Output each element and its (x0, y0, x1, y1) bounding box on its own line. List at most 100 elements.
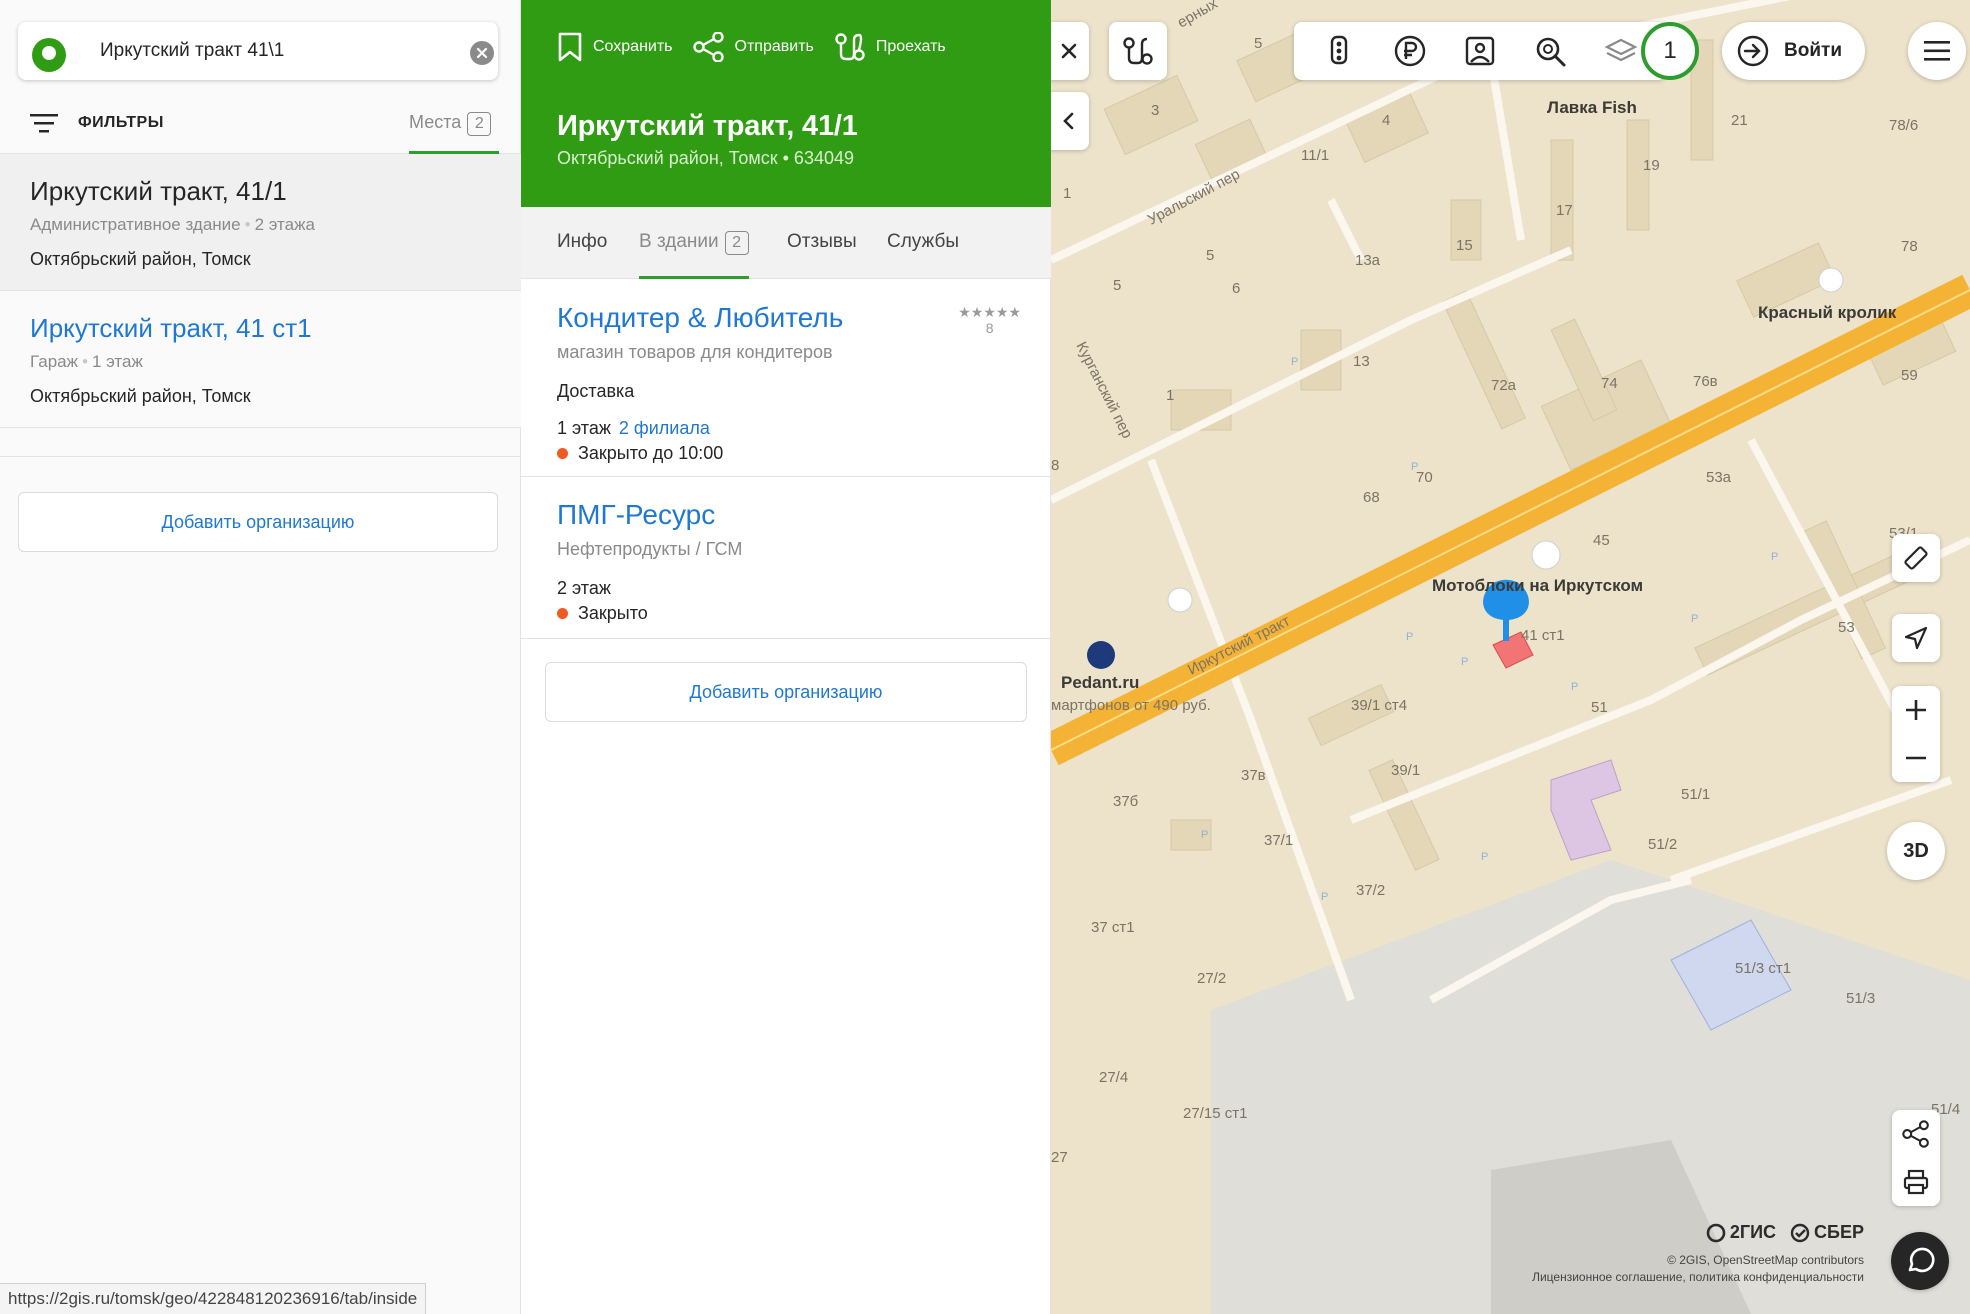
share-button[interactable]: Отправить (692, 32, 814, 62)
clear-search-icon[interactable] (470, 41, 494, 65)
house-number: 45 (1593, 532, 1610, 549)
house-number: 78 (1901, 238, 1918, 255)
locate-me-button[interactable] (1892, 614, 1940, 662)
result-floors: 2 этажа (254, 215, 315, 234)
menu-button[interactable] (1908, 22, 1966, 80)
login-button[interactable]: Войти (1722, 22, 1865, 80)
share-icon (692, 32, 724, 62)
map-canvas[interactable]: Иркутский тракт Курганский пер Уральский… (1051, 0, 1970, 1314)
sber-brand[interactable]: СБЕР (1790, 1222, 1864, 1243)
svg-text:P: P (1411, 461, 1418, 473)
toolbar-search-area[interactable] (1528, 29, 1572, 73)
add-organization-button[interactable]: Добавить организацию (18, 492, 498, 552)
poi-motobloki[interactable]: Мотоблоки на Иркутском (1432, 576, 1643, 595)
notification-counter[interactable]: 1 (1641, 22, 1699, 80)
house-number: 59 (1901, 367, 1918, 384)
place-card: Сохранить Отправить Проехать Иркутский т… (521, 0, 1051, 1314)
print-button[interactable] (1892, 1158, 1940, 1206)
tab-places[interactable]: Места 2 (409, 100, 499, 154)
2gis-logo-icon (32, 38, 66, 72)
house-number: 8 (1051, 457, 1059, 474)
rabbit-icon[interactable] (1818, 267, 1844, 293)
route-label: Проехать (875, 38, 946, 55)
save-label: Сохранить (593, 38, 673, 55)
share-print-controls (1892, 1110, 1940, 1206)
attribution-license[interactable]: Лицензионное соглашение, политика конфид… (1532, 1269, 1864, 1286)
toolbar-layers[interactable] (1599, 29, 1643, 73)
house-number: 1 (1166, 387, 1174, 404)
house-number: 51/3 (1846, 990, 1875, 1007)
org-floor: 1 этаж 2 филиала (557, 418, 1051, 439)
org-name[interactable]: ПМГ-Ресурс (557, 499, 1051, 531)
2gis-brand[interactable]: 2ГИС (1706, 1222, 1776, 1243)
chat-button[interactable] (1891, 1232, 1949, 1290)
poi-lavka-fish[interactable]: Лавка Fish (1547, 98, 1637, 117)
org-status: Закрыто (557, 603, 1051, 624)
collapse-panel-button[interactable] (1051, 92, 1089, 150)
svg-text:P: P (1406, 631, 1413, 643)
3d-toggle-button[interactable]: 3D (1887, 822, 1945, 880)
chevron-left-icon (1063, 112, 1074, 130)
brand-sber-label: СБЕР (1814, 1222, 1864, 1242)
house-number: 3 (1151, 102, 1159, 119)
ruble-icon (1394, 35, 1425, 67)
result-item[interactable]: Иркутский тракт, 41 ст1 Гараж • 1 этаж Окт… (0, 291, 521, 428)
search-box (18, 22, 498, 80)
fuel-icon[interactable] (1167, 587, 1193, 613)
share-map-button[interactable] (1892, 1110, 1940, 1158)
toolbar-traffic[interactable] (1317, 29, 1361, 73)
filters-button[interactable]: ФИЛЬТРЫ (30, 106, 164, 140)
add-organization-button[interactable]: Добавить организацию (545, 662, 1027, 722)
attribution-copyright[interactable]: © 2GIS, OpenStreetMap contributors (1532, 1252, 1864, 1269)
house-number: 37в (1241, 767, 1266, 784)
tab-services[interactable]: Службы (887, 207, 959, 279)
result-title: Иркутский тракт, 41 ст1 (30, 313, 312, 343)
org-item[interactable]: ПМГ-Ресурс Нефтепродукты / ГСМ 2 этаж За… (521, 477, 1051, 639)
search-input[interactable] (100, 32, 460, 70)
card-header: Сохранить Отправить Проехать Иркутский т… (521, 0, 1051, 207)
house-number: 68 (1363, 489, 1380, 506)
tab-info[interactable]: Инфо (557, 207, 607, 279)
house-number: 27 (1051, 1149, 1068, 1166)
divider (0, 456, 521, 457)
pedant-icon[interactable] (1087, 641, 1115, 669)
org-branches-link[interactable]: 2 филиала (619, 418, 710, 438)
map-view[interactable]: Иркутский тракт Курганский пер Уральский… (1051, 0, 1970, 1314)
hamburger-menu-icon (1924, 41, 1950, 61)
route-mode-button[interactable] (1109, 22, 1167, 80)
house-number: 27/2 (1197, 970, 1226, 987)
result-meta: Гараж • 1 этаж (30, 352, 143, 371)
house-number: 17 (1556, 202, 1573, 219)
layers-icon (1604, 38, 1638, 62)
ruler-button[interactable] (1892, 534, 1940, 582)
close-card-button[interactable] (1051, 22, 1089, 80)
tab-in-building[interactable]: В здании 2 (639, 207, 749, 279)
rating-count: 8 (985, 320, 994, 336)
route-icon (835, 33, 865, 61)
card-tabs: Инфо В здании 2 Отзывы Службы (521, 207, 1051, 279)
poi-krasny-krolik[interactable]: Красный кролик (1758, 303, 1897, 322)
house-number: 37 ст1 (1091, 919, 1135, 936)
org-floor: 2 этаж (557, 578, 611, 598)
zoom-controls (1892, 686, 1940, 782)
moto-icon[interactable] (1531, 540, 1561, 570)
house-number: 51 (1591, 699, 1608, 716)
svg-text:P: P (1461, 656, 1468, 668)
svg-text:P: P (1481, 851, 1488, 863)
route-button[interactable]: Проехать (834, 32, 946, 62)
org-status: Закрыто до 10:00 (557, 443, 1051, 464)
result-item[interactable]: Иркутский тракт, 41/1 Административное з… (0, 154, 521, 291)
org-item[interactable]: Кондитер & Любитель магазин товаров для … (521, 280, 1051, 477)
toolbar-photos[interactable] (1458, 29, 1502, 73)
org-delivery: Доставка (557, 381, 635, 401)
tab-reviews[interactable]: Отзывы (787, 207, 857, 279)
house-number: 37/1 (1264, 832, 1293, 849)
2gis-brand-icon (1706, 1223, 1726, 1242)
save-button[interactable]: Сохранить (557, 32, 673, 62)
result-type: Гараж (30, 352, 78, 371)
zoom-out-button[interactable] (1892, 734, 1940, 782)
zoom-in-button[interactable] (1892, 686, 1940, 734)
ruler-icon (1904, 546, 1928, 570)
poi-pedant[interactable]: Pedant.ru (1061, 673, 1139, 692)
toolbar-atm[interactable] (1388, 29, 1432, 73)
